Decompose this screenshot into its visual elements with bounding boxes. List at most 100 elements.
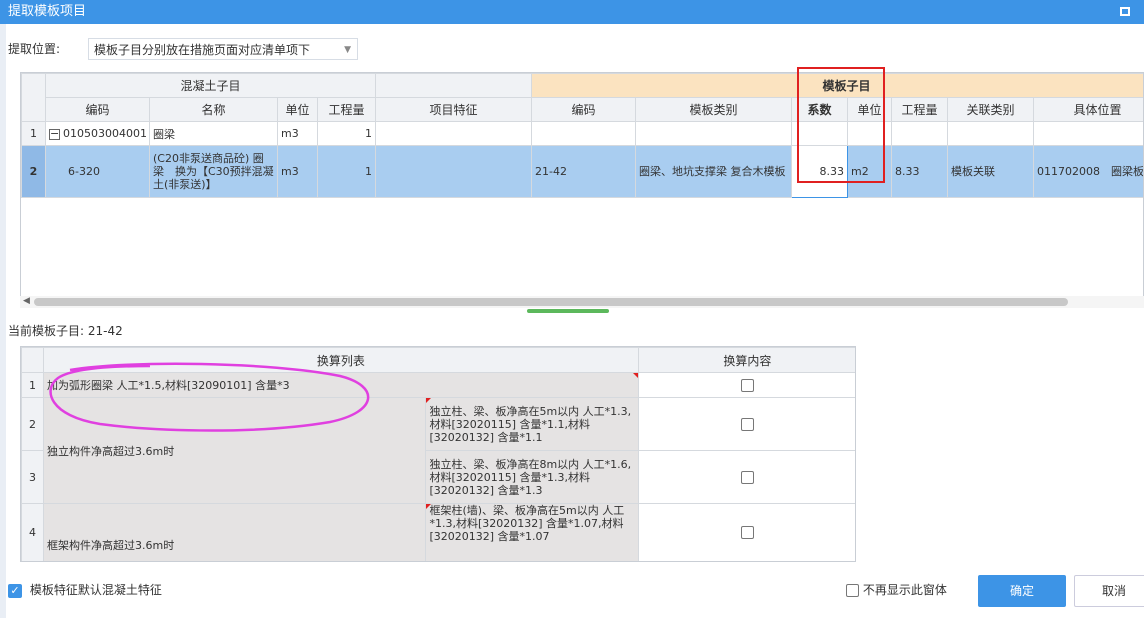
row-number: 1 <box>21 372 45 398</box>
table-row[interactable]: 1 加为弧形圈梁 人工*1.5,材料[32090101] 含量*3 <box>21 372 855 398</box>
default-feature-label: 模板特征默认混凝土特征 <box>29 583 162 597</box>
row-number: 2 <box>21 145 46 198</box>
conversion-detail: 独立柱、梁、板净高在5m以内 人工*1.3,材料[32020115] 含量*1.… <box>429 404 632 444</box>
col-header-qty[interactable]: 工程量 <box>316 97 377 122</box>
unit-cell[interactable]: m3 <box>277 121 318 146</box>
conversion-detail: 框架柱(墙)、梁、板净高在5m以内 人工*1.3,材料[32020132] 含量… <box>429 504 625 544</box>
col-header-relation-type[interactable]: 关联类别 <box>947 97 1035 122</box>
code-text: 010503004001 <box>63 127 147 140</box>
conversion-checkbox-cell[interactable] <box>637 397 855 451</box>
current-formwork-caption: 当前模板子目: <box>8 324 85 338</box>
no-show-checkbox[interactable] <box>846 584 859 597</box>
formwork-unit-cell[interactable] <box>847 121 893 146</box>
name-cell[interactable]: (C20非泵送商品砼) 圈梁 换为【C30预拌混凝土(非泵送)】 <box>149 145 278 198</box>
conversion-checkbox-cell[interactable] <box>637 450 855 504</box>
location-value: 模板子目分别放在措施页面对应清单项下 <box>94 43 311 57</box>
conversion-detail-cell: 框架柱(墙)、梁、板净高在5m以内 人工*1.3,材料[32020132] 含量… <box>425 503 639 561</box>
ok-button[interactable]: 确定 <box>978 575 1066 607</box>
current-formwork-label: 当前模板子目: 21-42 <box>8 322 123 339</box>
conversion-grid: 换算列表 换算内容 1 加为弧形圈梁 人工*1.5,材料[32090101] 含… <box>20 346 856 562</box>
table-row[interactable]: 1 −010503004001 圈梁 m3 1 <box>21 121 1143 146</box>
row-number: 4 <box>21 503 45 561</box>
col-header-position[interactable]: 具体位置 <box>1033 97 1143 122</box>
table-row-selected[interactable]: 2 6-320 (C20非泵送商品砼) 圈梁 换为【C30预拌混凝土(非泵送)】… <box>21 145 1143 198</box>
conversion-checkbox[interactable] <box>740 417 754 431</box>
group-text-cell: 框架构件净高超过3.6m时 <box>43 503 427 561</box>
formwork-unit-cell[interactable]: m2 <box>847 145 893 198</box>
corner-cell <box>21 73 46 122</box>
location-row: 提取位置: 模板子目分别放在措施页面对应清单项下 ▼ <box>8 38 358 60</box>
position-cell[interactable] <box>1033 121 1143 146</box>
conversion-checkbox[interactable] <box>740 470 754 484</box>
formwork-qty-cell[interactable]: 8.33 <box>891 145 949 198</box>
name-cell[interactable]: 圈梁 <box>149 121 278 146</box>
window-title: 提取模板项目 <box>8 4 87 19</box>
qty-cell[interactable]: 1 <box>316 145 377 198</box>
collapse-icon[interactable]: − <box>49 128 60 140</box>
corner-cell <box>21 347 45 373</box>
conversion-checkbox[interactable] <box>740 378 754 392</box>
scrollbar-thumb[interactable] <box>34 298 1068 306</box>
formwork-code-cell[interactable] <box>531 121 637 146</box>
formwork-type-cell[interactable]: 圈梁、地坑支撑梁 复合木模板 <box>635 145 793 198</box>
table-row[interactable]: 4 框架构件净高超过3.6m时 框架柱(墙)、梁、板净高在5m以内 人工*1.3… <box>21 503 855 561</box>
default-feature-option[interactable]: ✓ 模板特征默认混凝土特征 <box>8 582 162 598</box>
unit-cell[interactable]: m3 <box>277 145 318 198</box>
conversion-checkbox-cell[interactable] <box>637 503 855 561</box>
group-header-blank <box>375 73 533 98</box>
left-edge <box>0 24 6 618</box>
relation-type-cell[interactable] <box>947 121 1035 146</box>
location-label: 提取位置: <box>8 42 61 56</box>
conversion-detail: 独立柱、梁、板净高在8m以内 人工*1.6,材料[32020115] 含量*1.… <box>429 457 632 497</box>
col-header-formwork-code[interactable]: 编码 <box>531 97 637 122</box>
checkbox-checked-icon[interactable]: ✓ <box>8 583 22 598</box>
formwork-type-cell[interactable] <box>635 121 793 146</box>
window-title-bar: 提取模板项目 <box>0 0 1144 24</box>
conversion-checkbox-cell[interactable] <box>637 372 855 398</box>
code-cell[interactable]: −010503004001 <box>45 121 150 146</box>
col-header-code[interactable]: 编码 <box>45 97 150 122</box>
concrete-formwork-grid: 混凝土子目 模板子目 编码 名称 单位 工程量 项目特征 编码 模板类别 系数 … <box>20 72 1144 300</box>
coefficient-cell[interactable] <box>791 121 849 146</box>
feature-cell[interactable] <box>375 121 533 146</box>
note-marker-icon <box>632 373 638 378</box>
note-marker-icon <box>426 504 432 509</box>
relation-type-cell[interactable]: 模板关联 <box>947 145 1035 198</box>
group-text-cell: 独立构件净高超过3.6m时 <box>43 397 427 504</box>
chevron-down-icon: ▼ <box>344 45 351 55</box>
note-marker-icon <box>426 398 432 403</box>
col-header-unit[interactable]: 单位 <box>277 97 318 122</box>
feature-cell[interactable] <box>375 145 533 198</box>
scroll-left-icon[interactable]: ◀ <box>23 296 30 306</box>
col-header-coefficient[interactable]: 系数 <box>791 97 849 122</box>
col-header-formwork-qty[interactable]: 工程量 <box>891 97 949 122</box>
table-row[interactable]: 2 独立构件净高超过3.6m时 独立柱、梁、板净高在5m以内 人工*1.3,材料… <box>21 397 855 504</box>
row-number: 1 <box>21 121 46 146</box>
conversion-text: 加为弧形圈梁 人工*1.5,材料[32090101] 含量*3 <box>47 379 290 392</box>
conversion-detail-cell: 独立柱、梁、板净高在5m以内 人工*1.3,材料[32020115] 含量*1.… <box>425 397 639 451</box>
no-show-option[interactable]: 不再显示此窗体 <box>846 582 947 598</box>
qty-cell[interactable]: 1 <box>316 121 377 146</box>
col-header-feature[interactable]: 项目特征 <box>375 97 533 122</box>
row-number: 3 <box>21 450 45 504</box>
formwork-code-cell[interactable]: 21-42 <box>531 145 637 198</box>
col-header-name[interactable]: 名称 <box>149 97 278 122</box>
position-cell[interactable]: 011702008 圈梁板 <box>1033 145 1143 198</box>
conversion-detail-cell: 独立柱、梁、板净高在8m以内 人工*1.6,材料[32020115] 含量*1.… <box>425 450 639 504</box>
conversion-text-cell: 加为弧形圈梁 人工*1.5,材料[32090101] 含量*3 <box>43 372 639 398</box>
code-cell[interactable]: 6-320 <box>45 145 150 198</box>
maximize-icon[interactable] <box>1120 7 1130 16</box>
current-formwork-value: 21-42 <box>87 324 123 338</box>
horizontal-scrollbar[interactable]: ◀ <box>20 296 1144 308</box>
cancel-button[interactable]: 取消 <box>1074 575 1144 607</box>
formwork-qty-cell[interactable] <box>891 121 949 146</box>
col-header-conversion-content: 换算内容 <box>637 347 855 373</box>
col-header-formwork-type[interactable]: 模板类别 <box>635 97 793 122</box>
col-header-formwork-unit[interactable]: 单位 <box>847 97 893 122</box>
group-header-concrete: 混凝土子目 <box>44 73 377 98</box>
coefficient-input[interactable]: 8.33 <box>791 145 849 198</box>
row-number: 2 <box>21 397 45 451</box>
conversion-checkbox[interactable] <box>740 526 754 540</box>
splitter-handle[interactable] <box>527 309 609 313</box>
location-select[interactable]: 模板子目分别放在措施页面对应清单项下 ▼ <box>88 38 358 60</box>
